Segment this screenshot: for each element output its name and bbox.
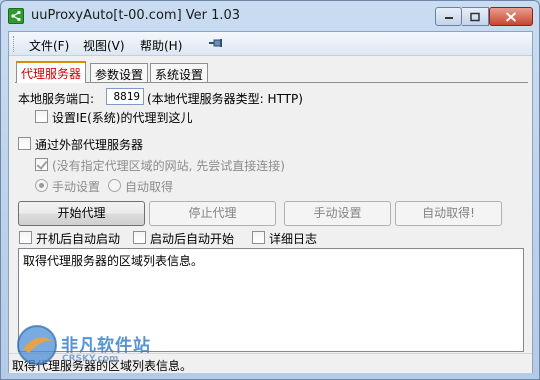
verbose-log-checkbox[interactable]: [252, 231, 265, 244]
tab-proxy-server[interactable]: 代理服务器: [16, 61, 87, 83]
maximize-icon: [470, 12, 480, 21]
autostart-boot-checkbox[interactable]: [19, 231, 32, 244]
minimize-icon: [444, 16, 453, 19]
external-proxy-label: 通过外部代理服务器: [35, 138, 144, 152]
menu-file[interactable]: 文件(F): [29, 37, 69, 54]
close-icon: [505, 11, 517, 22]
port-label: 本地服务端口:: [18, 92, 95, 106]
client-area: 文件(F) 视图(V) 帮助(H) 代理服务器 参数设置 系统设置 本地服务端口…: [8, 31, 533, 373]
menu-grip: [13, 36, 16, 52]
app-window: uuProxyAuto[t-00.com] Ver 1.03 文件(F) 视图(…: [0, 0, 540, 380]
stop-proxy-button[interactable]: 停止代理: [149, 201, 276, 226]
tab-pane-border: [15, 82, 528, 83]
close-button[interactable]: [489, 7, 533, 26]
external-proxy-checkbox[interactable]: [18, 137, 31, 150]
auto-fetch-button[interactable]: 自动取得!: [395, 201, 502, 226]
port-input[interactable]: 8819: [106, 88, 144, 105]
minimize-button[interactable]: [435, 7, 462, 26]
tab-parameters[interactable]: 参数设置: [90, 63, 149, 82]
app-icon: [8, 8, 24, 24]
menu-bar: 文件(F) 视图(V) 帮助(H): [9, 32, 532, 56]
verbose-log-label: 详细日志: [269, 232, 318, 246]
autostart-proxy-label: 启动后自动开始: [150, 232, 235, 246]
window-title: uuProxyAuto[t-00.com] Ver 1.03: [31, 8, 241, 23]
auto-radio[interactable]: [108, 179, 121, 192]
direct-first-checkbox[interactable]: [35, 158, 48, 171]
manual-radio[interactable]: [35, 179, 48, 192]
menu-help[interactable]: 帮助(H): [140, 37, 182, 54]
set-ie-proxy-checkbox[interactable]: [35, 110, 48, 123]
auto-radio-label: 自动取得: [125, 180, 174, 194]
manual-settings-button[interactable]: 手动设置: [284, 201, 391, 226]
set-ie-proxy-label: 设置IE(系统)的代理到这儿: [52, 111, 193, 125]
pin-icon[interactable]: [208, 37, 226, 51]
tab-system[interactable]: 系统设置: [150, 63, 209, 82]
log-textarea[interactable]: 取得代理服务器的区域列表信息。: [18, 248, 524, 352]
menu-view[interactable]: 视图(V): [83, 37, 125, 54]
status-text: 取得代理服务器的区域列表信息。: [12, 359, 193, 373]
autostart-boot-label: 开机后自动启动: [36, 232, 121, 246]
title-bar[interactable]: uuProxyAuto[t-00.com] Ver 1.03: [1, 1, 539, 31]
manual-radio-label: 手动设置: [52, 180, 101, 194]
direct-first-label: (没有指定代理区域的网站, 先尝试直接连接): [52, 159, 285, 173]
start-proxy-button[interactable]: 开始代理: [18, 201, 145, 226]
status-bar: 取得代理服务器的区域列表信息。: [9, 353, 532, 373]
maximize-button[interactable]: [462, 7, 489, 26]
autostart-proxy-checkbox[interactable]: [133, 231, 146, 244]
proxy-type-label: (本地代理服务器类型: HTTP): [147, 92, 303, 106]
